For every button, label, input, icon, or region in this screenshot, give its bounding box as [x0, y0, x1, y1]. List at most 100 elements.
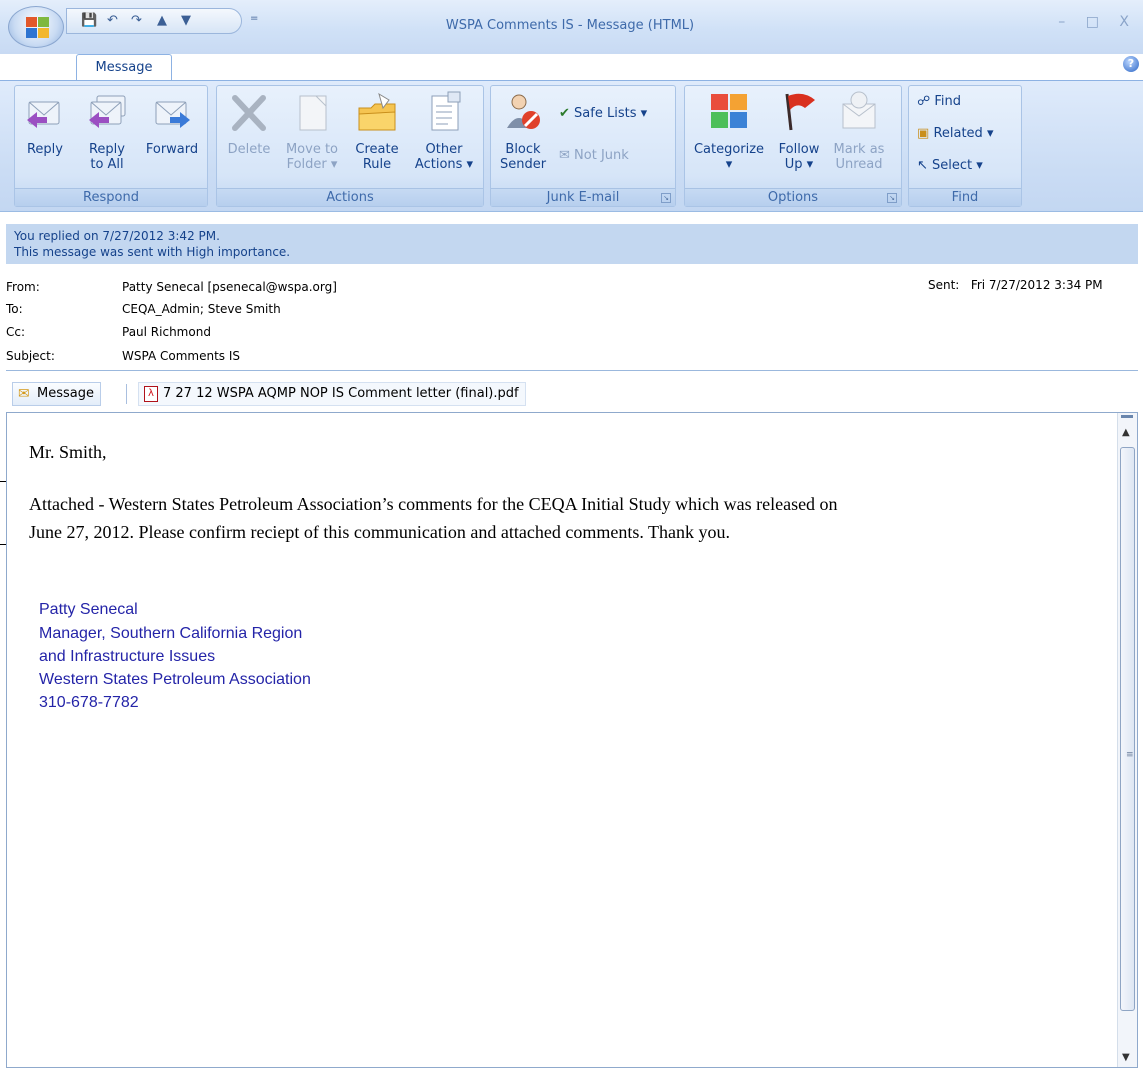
vertical-scrollbar[interactable]: ▲ ≡ ▼	[1117, 413, 1137, 1067]
reply-all-label-1: Reply	[88, 142, 125, 157]
title-bar: 💾 ↶ ↷ ▲ ▼ = WSPA Comments IS - Message (…	[0, 0, 1143, 54]
cc-label: Cc:	[6, 325, 26, 339]
respond-group-label: Respond	[15, 188, 207, 206]
help-icon[interactable]: ?	[1123, 56, 1139, 72]
create-rule-label-2: Rule	[362, 157, 392, 172]
other-actions-label-1: Other	[425, 142, 463, 157]
from-value[interactable]: Patty Senecal [psenecal@wspa.org]	[122, 278, 337, 296]
scroll-thumb[interactable]: ≡	[1120, 447, 1135, 1011]
reply-label: Reply	[26, 142, 63, 157]
next-item-icon[interactable]: ▼	[181, 13, 191, 29]
customize-qat-button[interactable]: =	[250, 13, 258, 24]
block-sender-icon	[501, 88, 545, 136]
signature-organization: Western States Petroleum Association	[39, 671, 311, 688]
options-group: Categorize ▾ Follow Up ▾ Mark as Unread …	[684, 85, 902, 207]
create-rule-icon	[355, 88, 399, 136]
quick-access-toolbar: 💾 ↶ ↷ ▲ ▼	[66, 8, 242, 34]
other-actions-button[interactable]: Other Actions ▾	[411, 88, 477, 172]
block-sender-label-1: Block	[505, 142, 541, 157]
tab-message[interactable]: Message	[76, 54, 172, 81]
mark-as-unread-label-1: Mark as	[833, 142, 885, 157]
delete-label: Delete	[227, 142, 271, 157]
move-to-folder-icon	[290, 88, 334, 136]
forward-label: Forward	[145, 142, 199, 157]
create-rule-label-1: Create	[355, 142, 399, 157]
options-dialog-launcher-icon[interactable]: ↘	[887, 193, 897, 203]
create-rule-button[interactable]: Create Rule	[349, 88, 405, 172]
reply-all-button[interactable]: Reply to All	[79, 88, 135, 172]
body-greeting: Mr. Smith,	[29, 442, 107, 462]
window-controls[interactable]: – □ X	[1058, 14, 1137, 30]
categorize-icon	[707, 88, 751, 136]
undo-icon[interactable]: ↶	[107, 13, 118, 29]
from-label: From:	[6, 280, 40, 294]
message-tab-button[interactable]: ✉ Message	[12, 382, 101, 406]
scroll-up-arrow-icon[interactable]: ▲	[1122, 427, 1130, 438]
scroll-down-arrow-icon[interactable]: ▼	[1122, 1052, 1130, 1063]
mark-as-unread-icon	[837, 88, 881, 136]
not-junk-label: Not Junk	[574, 148, 629, 163]
move-to-folder-button[interactable]: Move to Folder ▾	[279, 88, 345, 172]
to-value[interactable]: CEQA_Admin; Steve Smith	[122, 300, 281, 318]
redo-icon[interactable]: ↷	[131, 13, 142, 29]
info-bar[interactable]: You replied on 7/27/2012 3:42 PM. This m…	[6, 224, 1138, 264]
find-label: Find	[934, 94, 961, 109]
sent-row: Sent: Fri 7/27/2012 3:34 PM	[928, 278, 1103, 292]
info-replied: You replied on 7/27/2012 3:42 PM.	[14, 229, 220, 243]
info-importance: This message was sent with High importan…	[14, 245, 291, 259]
options-group-label: Options	[685, 188, 901, 206]
mark-as-unread-label-2: Unread	[835, 157, 883, 172]
junk-email-group: Block Sender ✔ Safe Lists ▾ ✉ Not Junk J…	[490, 85, 676, 207]
safe-lists-button[interactable]: ✔ Safe Lists ▾	[559, 106, 647, 122]
grip-icon: ≡	[1126, 750, 1134, 760]
attachment-file-name: 7 27 12 WSPA AQMP NOP IS Comment letter …	[163, 386, 519, 401]
categorize-label-1: Categorize	[693, 142, 765, 157]
cc-value[interactable]: Paul Richmond	[122, 323, 211, 341]
safe-lists-label: Safe Lists ▾	[574, 106, 648, 121]
mark-as-unread-button[interactable]: Mark as Unread	[829, 88, 889, 172]
attachment-separator	[126, 384, 127, 404]
categorize-label-2: ▾	[725, 157, 733, 172]
actions-group: Delete Move to Folder ▾ Create Rule Othe…	[216, 85, 484, 207]
signature-title-2: and Infrastructure Issues	[39, 648, 216, 665]
subject-value: WSPA Comments IS	[122, 349, 240, 363]
subject-label: Subject:	[6, 349, 55, 363]
pointer-icon: ↖	[917, 158, 928, 173]
categorize-button[interactable]: Categorize ▾	[689, 88, 769, 172]
move-label-2: Folder ▾	[286, 157, 338, 172]
select-button[interactable]: ↖ Select ▾	[917, 158, 983, 174]
delete-button[interactable]: Delete	[223, 88, 275, 157]
message-tab-label: Message	[37, 386, 94, 401]
body-paragraph-line-1: Attached - Western States Petroleum Asso…	[29, 494, 838, 514]
office-button[interactable]	[8, 6, 64, 48]
split-handle[interactable]	[1121, 415, 1133, 418]
find-button[interactable]: ☍ Find	[917, 94, 961, 110]
pdf-attachment[interactable]: λ 7 27 12 WSPA AQMP NOP IS Comment lette…	[138, 382, 526, 406]
related-button[interactable]: ▣ Related ▾	[917, 126, 993, 142]
block-sender-button[interactable]: Block Sender	[497, 88, 549, 172]
reply-all-label-2: to All	[90, 157, 124, 172]
forward-icon	[150, 88, 194, 136]
office-logo-icon	[26, 17, 50, 39]
sent-label: Sent:	[928, 278, 960, 292]
follow-up-flag-icon	[777, 88, 821, 136]
previous-item-icon[interactable]: ▲	[157, 13, 167, 29]
find-group: ☍ Find ▣ Related ▾ ↖ Select ▾ Find	[908, 85, 1022, 207]
ribbon: Reply Reply to All Forward Respond Delet…	[0, 80, 1143, 212]
follow-up-label-2: Up ▾	[784, 157, 814, 172]
window-title: WSPA Comments IS - Message (HTML)	[445, 18, 695, 33]
save-icon[interactable]: 💾	[81, 13, 97, 29]
follow-up-button[interactable]: Follow Up ▾	[773, 88, 825, 172]
related-label: Related ▾	[933, 126, 994, 141]
sent-value: Fri 7/27/2012 3:34 PM	[970, 278, 1103, 292]
other-actions-label-2: Actions ▾	[414, 157, 474, 172]
attachment-bar: ✉ Message λ 7 27 12 WSPA AQMP NOP IS Com…	[6, 378, 1138, 408]
binoculars-icon: ☍	[917, 94, 931, 109]
junk-dialog-launcher-icon[interactable]: ↘	[661, 193, 671, 203]
forward-button[interactable]: Forward	[141, 88, 203, 157]
not-junk-button[interactable]: ✉ Not Junk	[559, 148, 629, 164]
message-body[interactable]: Mr. Smith, Attached - Western States Pet…	[6, 412, 1138, 1068]
reply-button[interactable]: Reply	[21, 88, 69, 157]
reply-icon	[23, 88, 67, 136]
related-icon: ▣	[917, 126, 930, 141]
